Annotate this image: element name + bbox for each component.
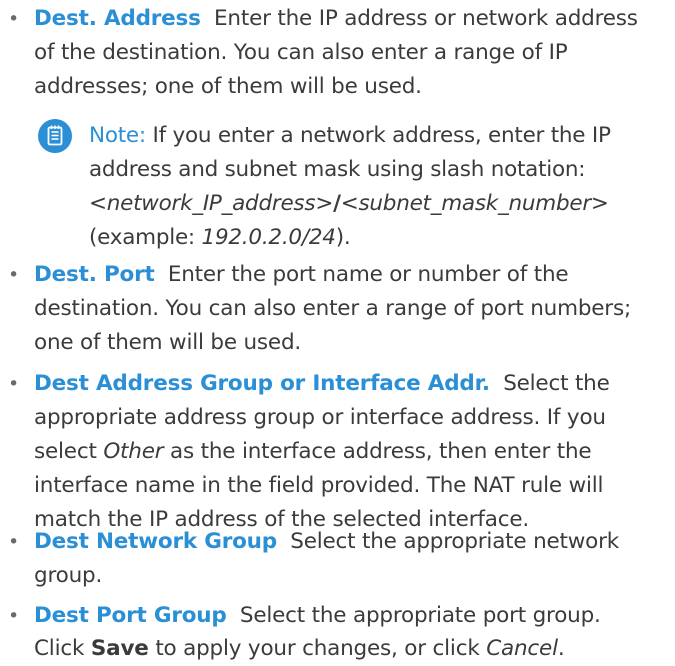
cancel-reference: Cancel xyxy=(486,636,558,661)
syntax-slash: / xyxy=(333,191,341,216)
term-dest-network-group: Dest Network Group xyxy=(34,529,277,554)
save-reference: Save xyxy=(90,636,149,661)
footer-prefix: Click xyxy=(34,636,85,661)
document-page: • Dest. Address Enter the IP address or … xyxy=(0,0,675,662)
bullet: • xyxy=(8,605,20,627)
example-suffix: ). xyxy=(335,225,351,250)
syntax-mask: <subnet_mask_number> xyxy=(340,191,609,216)
bullet: • xyxy=(8,8,20,30)
item-body: Dest Port Group Select the appropriate p… xyxy=(34,599,664,633)
term-dest-port: Dest. Port xyxy=(34,262,155,287)
description: Select the appropriate port group. xyxy=(239,603,601,628)
syntax-ip: <network_IP_address> xyxy=(89,191,334,216)
note-body: If you enter a network address, enter th… xyxy=(89,123,611,182)
note-icon xyxy=(38,119,72,153)
example-prefix: (example: xyxy=(89,225,195,250)
note-text: Note: If you enter a network address, en… xyxy=(89,119,671,255)
note-label: Note: xyxy=(89,123,146,148)
footer-middle: to apply your changes, or click xyxy=(155,636,480,661)
item-body: Dest. Address Enter the IP address or ne… xyxy=(34,2,664,104)
term-dest-address-group: Dest Address Group or Interface Addr. xyxy=(34,371,490,396)
item-body: Dest Network Group Select the appropriat… xyxy=(34,525,664,593)
term-dest-port-group: Dest Port Group xyxy=(34,603,227,628)
description-italic: Other xyxy=(103,439,164,464)
example-value: 192.0.2.0/24 xyxy=(201,225,336,250)
footer-suffix: . xyxy=(557,636,565,661)
bullet: • xyxy=(8,264,20,286)
closing-instruction: Click Save to apply your changes, or cli… xyxy=(34,632,664,666)
item-body: Dest. Port Enter the port name or number… xyxy=(34,258,664,360)
bullet: • xyxy=(8,373,20,395)
term-dest-address: Dest. Address xyxy=(34,6,201,31)
item-body: Dest Address Group or Interface Addr. Se… xyxy=(34,367,664,537)
bullet: • xyxy=(8,531,20,553)
